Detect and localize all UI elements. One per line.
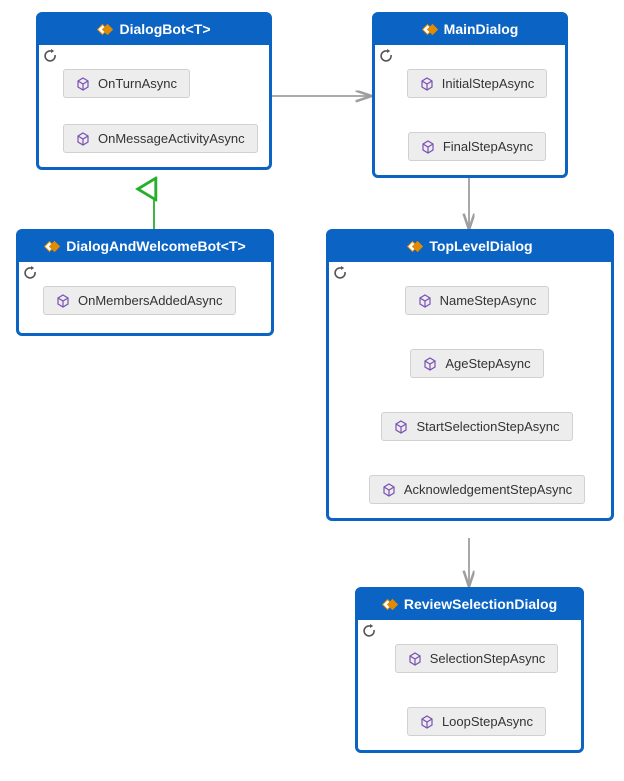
box-body: NameStepAsync AgeStepAsync StartSelectio… <box>329 262 611 518</box>
method-item: NameStepAsync <box>405 286 550 315</box>
box-title: DialogAndWelcomeBot<T> <box>66 238 245 254</box>
method-item: StartSelectionStepAsync <box>381 412 572 441</box>
class-icon <box>97 22 113 37</box>
box-body: SelectionStepAsync LoopStepAsync <box>358 620 581 750</box>
method-label: AcknowledgementStepAsync <box>404 482 572 497</box>
box-header: TopLevelDialog <box>329 232 611 262</box>
method-icon <box>76 132 90 146</box>
box-review-selection-dialog: ReviewSelectionDialog SelectionStepAsync… <box>355 587 584 753</box>
method-label: SelectionStepAsync <box>430 651 546 666</box>
box-dialog-bot: DialogBot<T> OnTurnAsync OnMessageActivi… <box>36 12 272 170</box>
method-label: AgeStepAsync <box>445 356 530 371</box>
method-icon <box>418 294 432 308</box>
method-item: FinalStepAsync <box>408 132 546 161</box>
method-label: FinalStepAsync <box>443 139 533 154</box>
box-body: InitialStepAsync FinalStepAsync <box>375 45 565 175</box>
loop-icon <box>379 49 395 65</box>
method-label: OnMembersAddedAsync <box>78 293 223 308</box>
method-item: InitialStepAsync <box>407 69 548 98</box>
method-label: InitialStepAsync <box>442 76 535 91</box>
method-icon <box>394 420 408 434</box>
box-header: ReviewSelectionDialog <box>358 590 581 620</box>
box-main-dialog: MainDialog InitialStepAsync FinalStepAsy… <box>372 12 568 178</box>
method-item: OnMessageActivityAsync <box>63 124 258 153</box>
box-top-level-dialog: TopLevelDialog NameStepAsync AgeStepAsyn… <box>326 229 614 521</box>
box-header: MainDialog <box>375 15 565 45</box>
box-title: TopLevelDialog <box>429 238 532 254</box>
box-title: DialogBot<T> <box>119 21 210 37</box>
method-item: AgeStepAsync <box>410 349 543 378</box>
class-icon <box>382 597 398 612</box>
box-title: ReviewSelectionDialog <box>404 596 557 612</box>
loop-icon <box>23 266 39 282</box>
box-dialog-and-welcome-bot: DialogAndWelcomeBot<T> OnMembersAddedAsy… <box>16 229 274 336</box>
method-item: LoopStepAsync <box>407 707 546 736</box>
method-icon <box>420 715 434 729</box>
method-label: StartSelectionStepAsync <box>416 419 559 434</box>
method-label: NameStepAsync <box>440 293 537 308</box>
method-icon <box>421 140 435 154</box>
box-body: OnTurnAsync OnMessageActivityAsync <box>39 45 269 167</box>
method-icon <box>408 652 422 666</box>
method-icon <box>382 483 396 497</box>
method-item: SelectionStepAsync <box>395 644 559 673</box>
method-icon <box>76 77 90 91</box>
method-item: AcknowledgementStepAsync <box>369 475 585 504</box>
method-item: OnTurnAsync <box>63 69 190 98</box>
loop-icon <box>362 624 378 640</box>
method-item: OnMembersAddedAsync <box>43 286 236 315</box>
class-icon <box>407 239 423 254</box>
method-icon <box>56 294 70 308</box>
box-header: DialogBot<T> <box>39 15 269 45</box>
method-icon <box>420 77 434 91</box>
loop-icon <box>333 266 349 282</box>
class-icon <box>44 239 60 254</box>
box-header: DialogAndWelcomeBot<T> <box>19 232 271 262</box>
method-label: LoopStepAsync <box>442 714 533 729</box>
method-label: OnTurnAsync <box>98 76 177 91</box>
box-body: OnMembersAddedAsync <box>19 262 271 333</box>
method-label: OnMessageActivityAsync <box>98 131 245 146</box>
loop-icon <box>43 49 59 65</box>
class-icon <box>422 22 438 37</box>
method-icon <box>423 357 437 371</box>
box-title: MainDialog <box>444 21 519 37</box>
